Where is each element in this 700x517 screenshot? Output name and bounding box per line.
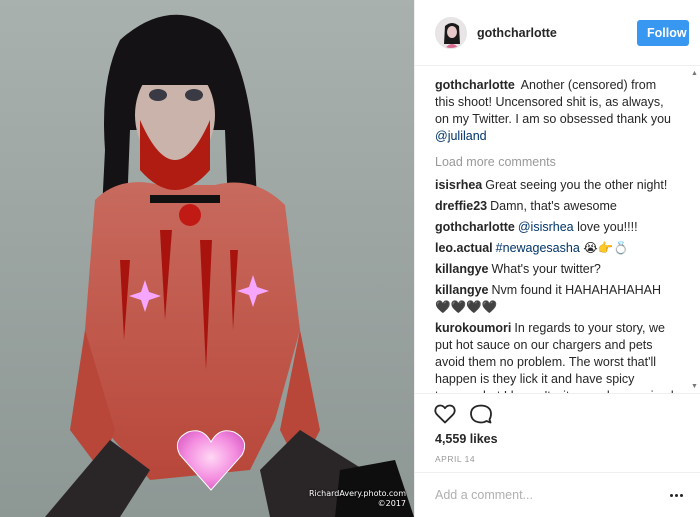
comment-text: What's your twitter?: [491, 262, 601, 276]
avatar-image: [436, 17, 466, 48]
avatar[interactable]: [435, 16, 467, 49]
comment-mention[interactable]: @isisrhea: [518, 220, 574, 234]
like-button[interactable]: [433, 402, 457, 426]
comment-username[interactable]: killangye: [435, 262, 489, 276]
post-sidebar: gothcharlotte Follow gothcharlotte Anoth…: [414, 0, 700, 517]
comment-username[interactable]: isisrhea: [435, 178, 482, 192]
comment-item: kurokoumori In regards to your story, we …: [435, 320, 679, 393]
comment-username[interactable]: leo.actual: [435, 241, 493, 255]
add-comment-bar: [415, 472, 700, 517]
comment-text: love you!!!!: [573, 220, 638, 234]
load-more-comments-link[interactable]: Load more comments: [435, 155, 679, 169]
watermark-year: ©2017: [377, 499, 406, 508]
watermark-text: RichardAvery.photo.com: [308, 489, 406, 498]
caption-mention[interactable]: @juliland: [435, 129, 487, 143]
comment-bubble-icon: [470, 404, 492, 423]
post-photo[interactable]: RichardAvery.photo.com ©2017: [0, 0, 414, 517]
comment-button[interactable]: [469, 402, 493, 426]
comments-list[interactable]: gothcharlotte Another (censored) from th…: [415, 67, 700, 393]
comment-text: 😭👉💍: [579, 241, 629, 255]
header-username[interactable]: gothcharlotte: [477, 26, 637, 40]
caption-username[interactable]: gothcharlotte: [435, 78, 515, 92]
comment-hashtag[interactable]: #newagesasha: [496, 241, 580, 255]
comment-text: Great seeing you the other night!: [485, 178, 668, 192]
comment-item: gothcharlotte @isisrhea love you!!!!: [435, 219, 679, 236]
heart-icon: [434, 404, 456, 423]
comment-username[interactable]: killangye: [435, 283, 489, 297]
post-image: [0, 0, 414, 517]
comment-username[interactable]: gothcharlotte: [435, 220, 515, 234]
comment-item: leo.actual #newagesasha 😭👉💍: [435, 240, 679, 257]
photo-watermark: RichardAvery.photo.com ©2017: [309, 489, 406, 509]
comment-username[interactable]: kurokoumori: [435, 321, 511, 335]
post-header: gothcharlotte Follow: [415, 0, 700, 66]
comment-item: killangye What's your twitter?: [435, 261, 679, 278]
add-comment-input[interactable]: [435, 488, 667, 502]
more-options-icon[interactable]: [667, 486, 685, 504]
post-actions: [415, 393, 700, 433]
scroll-up-arrow-icon[interactable]: ▲: [690, 69, 699, 78]
post-date[interactable]: APRIL 14: [435, 454, 475, 464]
comment-item: isisrhea Great seeing you the other night…: [435, 177, 679, 194]
follow-button[interactable]: Follow: [637, 19, 689, 46]
comment-item: killangye Nvm found it HAHAHAHAHAH 🖤🖤🖤🖤: [435, 282, 679, 316]
post-caption: gothcharlotte Another (censored) from th…: [435, 77, 679, 145]
comment-username[interactable]: dreffie23: [435, 199, 487, 213]
comments-scrollbar[interactable]: ▲ ▼: [690, 67, 699, 393]
scroll-down-arrow-icon[interactable]: ▼: [690, 382, 699, 391]
comment-item: dreffie23 Damn, that's awesome: [435, 198, 679, 215]
likes-count[interactable]: 4,559 likes: [435, 432, 498, 446]
comment-text: Damn, that's awesome: [490, 199, 617, 213]
